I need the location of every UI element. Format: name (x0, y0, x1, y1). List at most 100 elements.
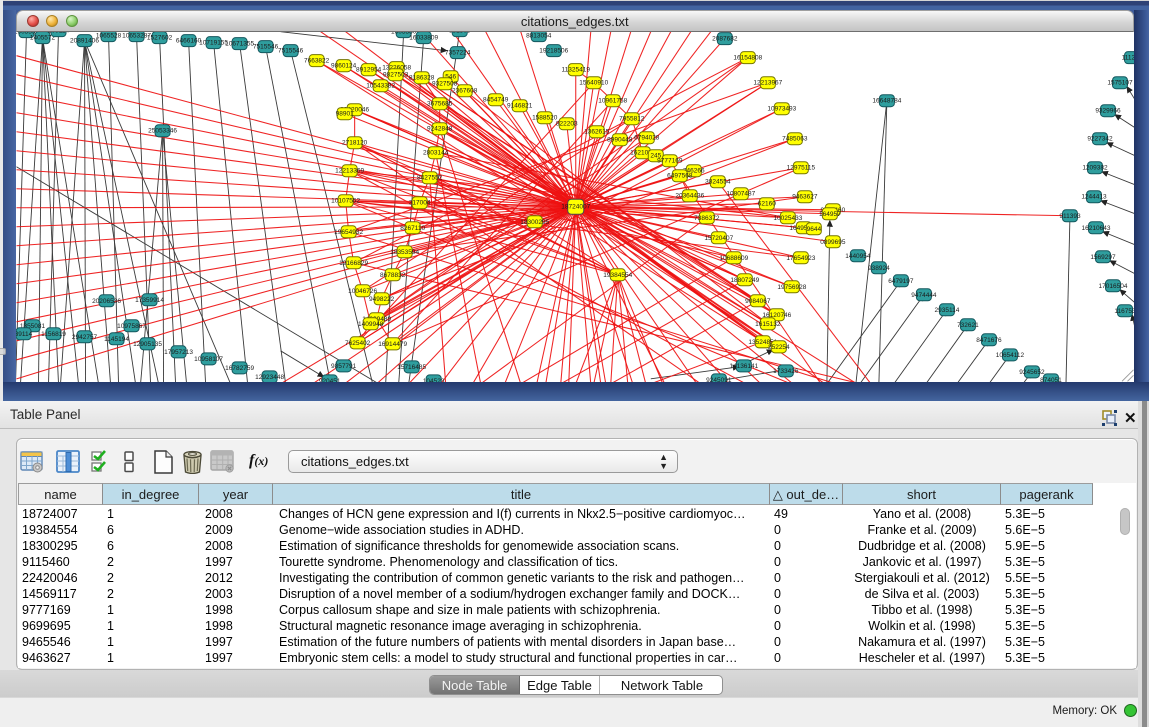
svg-text:3824554: 3824554 (705, 178, 731, 185)
svg-text:19756928: 19756928 (777, 283, 806, 290)
svg-text:1569297: 1569297 (1090, 253, 1116, 260)
svg-text:16914479: 16914479 (378, 340, 407, 347)
svg-text:19218506: 19218506 (539, 47, 568, 54)
svg-text:17654923: 17654923 (786, 254, 815, 261)
svg-text:9242848: 9242848 (427, 125, 453, 132)
svg-text:16033809: 16033809 (409, 34, 438, 41)
svg-text:1065528: 1065528 (95, 32, 121, 39)
svg-text:116753: 116753 (1114, 307, 1134, 314)
svg-text:10688609: 10688609 (719, 254, 748, 261)
svg-text:12213967: 12213967 (753, 79, 782, 86)
svg-text:62160: 62160 (757, 200, 775, 207)
svg-text:15716485: 15716485 (397, 363, 426, 370)
svg-text:8267110: 8267110 (400, 224, 425, 231)
svg-text:7663822: 7663822 (303, 57, 329, 64)
svg-text:1209382: 1209382 (1082, 164, 1108, 171)
svg-text:9474444: 9474444 (911, 291, 937, 298)
svg-text:18724007: 18724007 (561, 203, 590, 210)
svg-text:10107552: 10107552 (331, 197, 360, 204)
svg-text:7485063: 7485063 (782, 135, 808, 142)
svg-text:1440954: 1440954 (845, 252, 871, 259)
svg-text:8912954: 8912954 (356, 66, 382, 73)
svg-text:8813054: 8813054 (526, 32, 552, 39)
svg-text:1362615: 1362615 (584, 128, 610, 135)
svg-text:8454749: 8454749 (483, 96, 509, 103)
svg-text:874051: 874051 (1040, 376, 1062, 382)
svg-text:732621: 732621 (957, 321, 979, 328)
svg-text:10961758: 10961758 (598, 97, 627, 104)
svg-text:10025433: 10025433 (773, 214, 802, 221)
svg-text:17016504: 17016504 (1098, 282, 1127, 289)
svg-text:18807249: 18807249 (730, 276, 759, 283)
svg-text:317004: 317004 (408, 199, 430, 206)
svg-text:911393: 911393 (1059, 212, 1081, 219)
svg-text:10807487: 10807487 (726, 190, 755, 197)
svg-text:12905135: 12905135 (133, 340, 162, 347)
svg-text:8427552: 8427552 (417, 174, 443, 181)
svg-text:9860124: 9860124 (330, 62, 356, 69)
svg-text:3675685: 3675685 (427, 100, 453, 107)
svg-text:111245: 111245 (1121, 54, 1134, 61)
svg-text:1615132: 1615132 (755, 320, 781, 327)
svg-text:15720407: 15720407 (704, 234, 733, 241)
svg-text:1244413: 1244413 (1081, 193, 1107, 200)
svg-text:7955812: 7955812 (619, 115, 645, 122)
svg-text:7515546: 7515546 (252, 43, 278, 50)
svg-text:14136141: 14136141 (729, 362, 758, 369)
svg-text:209114: 209114 (47, 32, 69, 35)
svg-text:2935114: 2935114 (934, 306, 959, 313)
svg-text:39114: 39114 (16, 330, 33, 337)
svg-text:12975115: 12975115 (786, 164, 815, 171)
svg-text:9329966: 9329966 (1095, 107, 1121, 114)
svg-text:16154808: 16154808 (733, 54, 762, 61)
svg-text:7625402: 7625402 (344, 339, 370, 346)
svg-text:881305: 881305 (448, 32, 470, 35)
svg-text:8471676: 8471676 (976, 336, 1002, 343)
svg-text:15640910: 15640910 (579, 79, 608, 86)
svg-text:2803144: 2803144 (423, 149, 449, 156)
svg-text:164957: 164957 (819, 210, 841, 217)
svg-text:2087682: 2087682 (712, 35, 738, 42)
svg-text:9498222: 9498222 (369, 295, 395, 302)
svg-text:9327508: 9327508 (432, 80, 458, 87)
svg-text:938924: 938924 (868, 264, 890, 271)
svg-text:16648784: 16648784 (872, 97, 901, 104)
svg-text:19654932: 19654932 (334, 228, 363, 235)
svg-text:16210643: 16210643 (1081, 224, 1110, 231)
svg-text:9227342: 9227342 (1087, 135, 1113, 142)
svg-text:8186328: 8186328 (409, 74, 435, 81)
svg-text:10046726: 10046726 (348, 287, 377, 294)
svg-text:9146821: 9146821 (507, 102, 533, 109)
svg-text:1733426: 1733426 (773, 367, 799, 374)
svg-text:7386372: 7386372 (694, 214, 720, 221)
svg-text:17957213: 17957213 (164, 348, 193, 355)
svg-text:6497568: 6497568 (667, 172, 693, 179)
svg-text:9084067: 9084067 (745, 297, 771, 304)
svg-text:6794028: 6794028 (634, 134, 660, 141)
svg-text:98901: 98901 (335, 110, 353, 117)
svg-text:20364436: 20364436 (675, 192, 704, 199)
svg-text:10719155: 10719155 (199, 39, 228, 46)
svg-text:10654112: 10654112 (995, 351, 1024, 358)
svg-text:1575107: 1575107 (1107, 79, 1133, 86)
svg-text:18300295: 18300295 (520, 218, 549, 225)
svg-text:2942757: 2942757 (71, 333, 97, 340)
svg-text:25053346: 25053346 (148, 127, 177, 134)
svg-text:104523: 104523 (422, 377, 444, 382)
svg-text:9857791: 9857791 (330, 362, 356, 369)
svg-text:6479197: 6479197 (888, 277, 914, 284)
svg-text:11325419: 11325419 (561, 66, 590, 73)
svg-text:252254: 252254 (767, 343, 789, 350)
svg-text:9644: 9644 (806, 225, 821, 232)
svg-text:1409948: 1409948 (358, 320, 384, 327)
svg-text:9463627: 9463627 (792, 193, 818, 200)
svg-text:19166829: 19166829 (339, 259, 368, 266)
svg-text:10671355: 10671355 (225, 40, 254, 47)
svg-text:17359914: 17359914 (135, 296, 164, 303)
svg-text:2367608: 2367608 (452, 87, 478, 94)
svg-text:2718120: 2718120 (341, 139, 367, 146)
svg-text:8990448: 8990448 (607, 136, 633, 143)
svg-text:9777169: 9777169 (657, 157, 683, 164)
svg-text:920451: 920451 (318, 377, 340, 382)
svg-text:9245652: 9245652 (1019, 368, 1045, 375)
